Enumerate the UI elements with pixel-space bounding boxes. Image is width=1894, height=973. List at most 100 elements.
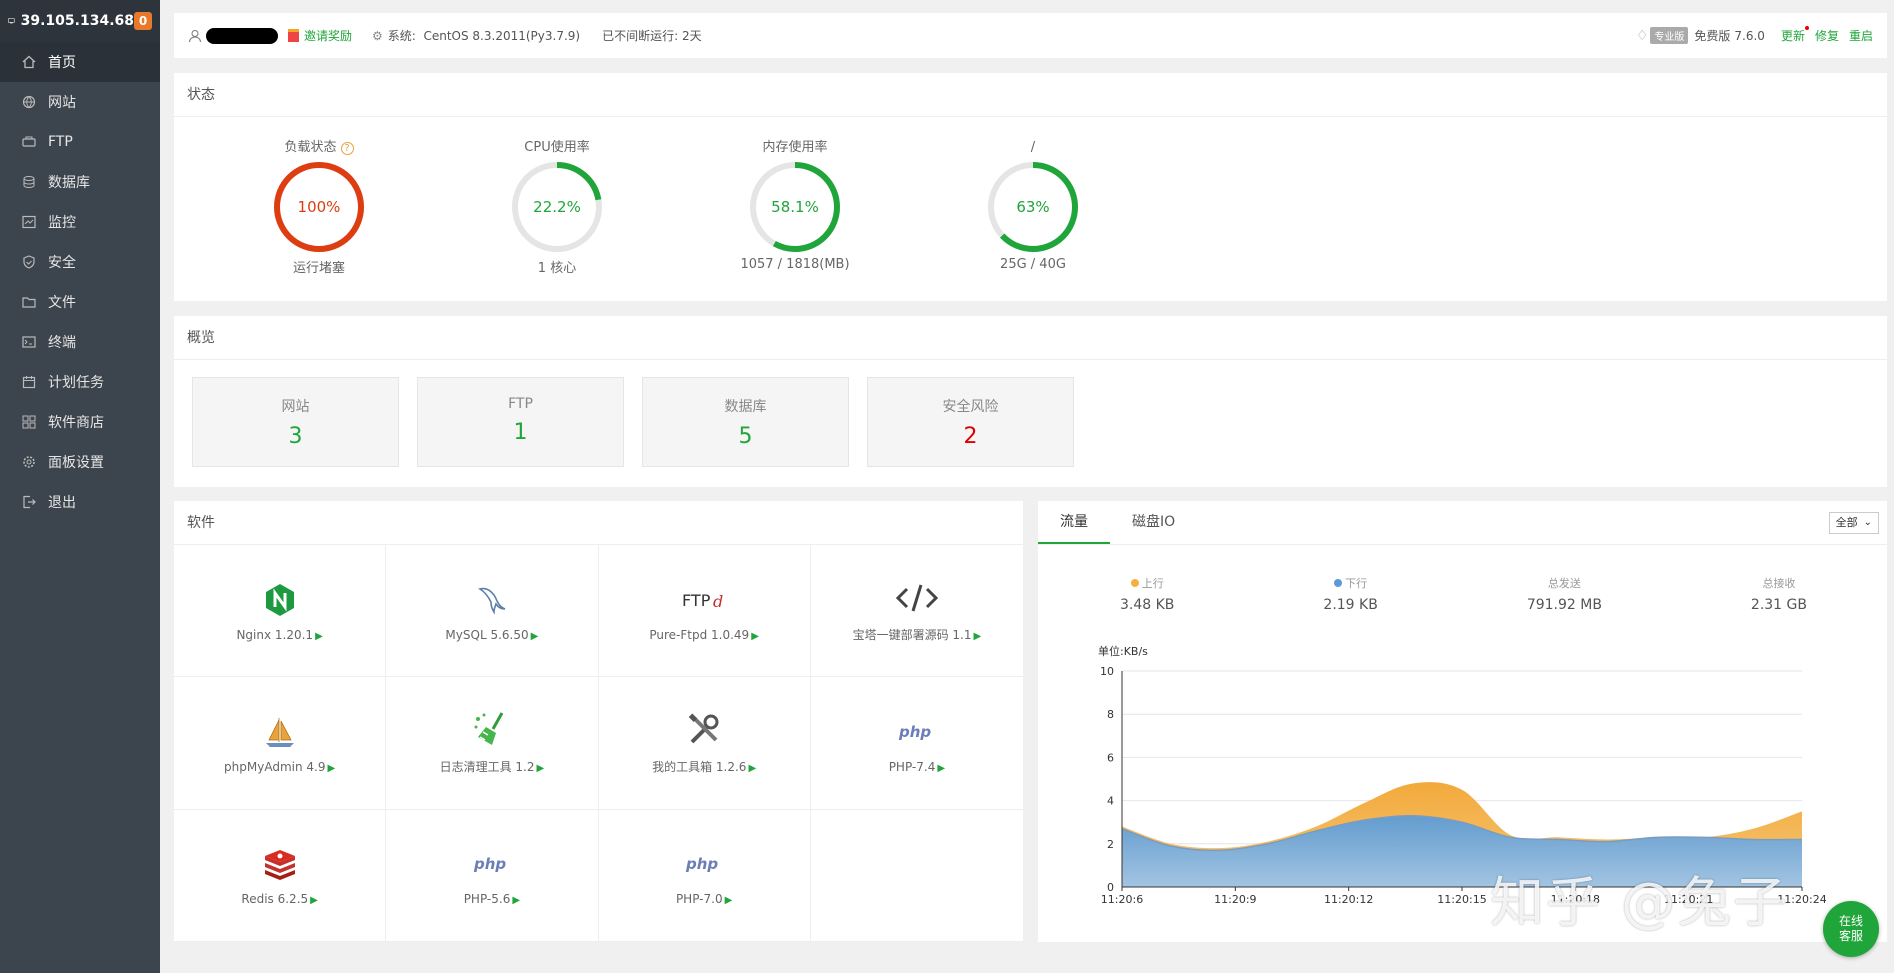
overview-box-0[interactable]: 网站 3 [192,377,399,467]
sidebar-item-4[interactable]: 监控 [0,202,160,242]
notification-badge[interactable]: 0 [134,12,152,30]
online-service-button[interactable]: 在线 客服 [1823,901,1879,957]
tab-disk-io[interactable]: 磁盘IO [1110,500,1197,544]
gauges: 负载状态? 100% 运行堵塞 CPU使用率 22.2% 1 核心 内存使用率 58.1% 10… [174,117,1887,301]
software-name-text: 我的工具箱 1.2.6 [652,760,747,775]
software-item[interactable]: MySQL 5.6.50 ▶ [386,545,599,678]
play-icon[interactable]: ▶ [973,631,981,642]
gauge-1[interactable]: CPU使用率 22.2% 1 核心 [457,117,657,276]
repair-link[interactable]: 修复 [1815,27,1839,44]
play-icon[interactable]: ▶ [937,763,945,774]
gauge-0[interactable]: 负载状态? 100% 运行堵塞 [219,117,419,276]
sidebar-item-8[interactable]: 计划任务 [0,362,160,402]
globe-icon [22,95,36,109]
gauge-title-text: CPU使用率 [524,140,590,155]
sidebar-item-label: FTP [48,134,73,150]
interface-select[interactable]: 全部 ⌄ [1828,512,1879,534]
sidebar-item-label: 网站 [48,95,76,111]
overview-box-3[interactable]: 安全风险 2 [867,377,1074,467]
pro-badge[interactable]: ♢ 专业版 [1636,27,1689,44]
stat-label: 下行 [1345,577,1368,590]
overview-value: 5 [738,424,753,449]
shield-icon [22,255,36,269]
play-icon[interactable]: ▶ [327,763,335,774]
monitor-icon [22,215,36,229]
software-item[interactable]: php PHP-7.0 ▶ [598,809,811,942]
software-item[interactable]: 我的工具箱 1.2.6 ▶ [598,677,811,810]
play-icon[interactable]: ▶ [310,895,318,906]
traffic-stats: 上行 3.48 KB 下行 2.19 KB 总发送 791.92 MB 总接收 2.31 GB [1038,545,1887,613]
play-icon[interactable]: ▶ [315,631,323,642]
overview-label: 网站 [281,399,310,415]
help-icon[interactable]: ? [340,142,354,155]
play-icon[interactable]: ▶ [725,895,733,906]
software-name: phpMyAdmin 4.9 ▶ [224,760,335,774]
tab-traffic[interactable]: 流量 [1038,500,1110,544]
gauge-ring: 63% [988,162,1078,252]
gauge-title: / [933,139,1133,157]
gauge-2[interactable]: 内存使用率 58.1% 1057 / 1818(MB) [695,117,895,272]
overview-label: 安全风险 [942,399,999,415]
y-axis-unit-label: 单位:KB/s [1098,644,1148,658]
software-name: PHP-7.0 ▶ [676,892,732,906]
gauge-3[interactable]: / 63% 25G / 40G [933,117,1133,272]
sidebar-item-label: 终端 [48,335,76,351]
y-tick-label: 4 [1107,795,1114,808]
sidebar-item-label: 面板设置 [48,455,104,471]
phpmyadmin-icon [263,712,297,752]
pro-label: 专业版 [1650,27,1689,44]
software-name: MySQL 5.6.50 ▶ [445,628,538,642]
sidebar-item-label: 安全 [48,255,76,271]
sidebar-item-2[interactable]: FTP [0,122,160,162]
sidebar-item-0[interactable]: 首页 [0,42,160,82]
overview-box-2[interactable]: 数据库 5 [642,377,849,467]
overview-value: 2 [963,424,978,449]
y-tick-label: 10 [1100,665,1114,678]
computer-icon [8,18,15,24]
software-name: Redis 6.2.5 ▶ [241,892,317,906]
mysql-icon [474,580,510,620]
software-item[interactable]: Nginx 1.20.1 ▶ [174,545,387,678]
traffic-stat-0: 上行 3.48 KB [1120,575,1174,613]
overview-value: 3 [288,424,303,449]
redis-icon [263,844,297,884]
system-info: ⚙ 系统: CentOS 8.3.2011(Py3.7.9) [372,27,580,44]
software-name: 日志清理工具 1.2 ▶ [440,758,545,775]
play-icon[interactable]: ▶ [512,895,520,906]
sidebar-item-10[interactable]: 面板设置 [0,442,160,482]
sidebar: 39.105.134.68 0 首页 网站 FTP 数据库 监控 安全 文件 终端 计划任务 软件… [0,0,160,973]
traffic-stat-3: 总接收 2.31 GB [1751,575,1807,613]
software-item[interactable]: php PHP-5.6 ▶ [386,809,599,942]
software-item[interactable]: 宝塔一键部署源码 1.1 ▶ [810,545,1023,678]
svg-text:d: d [713,592,723,611]
stat-value: 3.48 KB [1120,597,1175,613]
software-item[interactable]: php PHP-7.4 ▶ [810,677,1023,810]
update-link[interactable]: 更新 [1781,26,1809,44]
sidebar-item-3[interactable]: 数据库 [0,162,160,202]
software-empty-slot [810,810,1023,942]
gauge-subtext: 1057 / 1818(MB) [740,257,850,272]
software-name-text: PHP-7.4 [888,759,936,774]
folder-icon [22,295,36,309]
play-icon[interactable]: ▶ [748,763,756,774]
x-tick-label: 11:20:6 [1101,893,1143,906]
software-item[interactable]: FTP d Pure-Ftpd 1.0.49 ▶ [598,545,811,678]
restart-link[interactable]: 重启 [1849,27,1873,44]
overview-box-1[interactable]: FTP 1 [417,377,624,467]
play-icon[interactable]: ▶ [751,631,759,642]
play-icon[interactable]: ▶ [531,631,539,642]
sidebar-item-9[interactable]: 软件商店 [0,402,160,442]
gauge-value: 22.2% [533,198,581,216]
sidebar-item-11[interactable]: 退出 [0,482,160,522]
play-icon[interactable]: ▶ [536,763,544,774]
invite-reward-link[interactable]: 邀请奖励 [288,27,352,44]
sidebar-item-6[interactable]: 文件 [0,282,160,322]
svg-text:FTP: FTP [682,591,711,610]
software-item[interactable]: phpMyAdmin 4.9 ▶ [174,677,387,810]
software-item[interactable]: 日志清理工具 1.2 ▶ [386,677,599,810]
sidebar-item-7[interactable]: 终端 [0,322,160,362]
software-name-text: PHP-5.6 [463,892,511,907]
sidebar-item-5[interactable]: 安全 [0,242,160,282]
sidebar-item-1[interactable]: 网站 [0,82,160,122]
software-item[interactable]: Redis 6.2.5 ▶ [174,809,387,942]
